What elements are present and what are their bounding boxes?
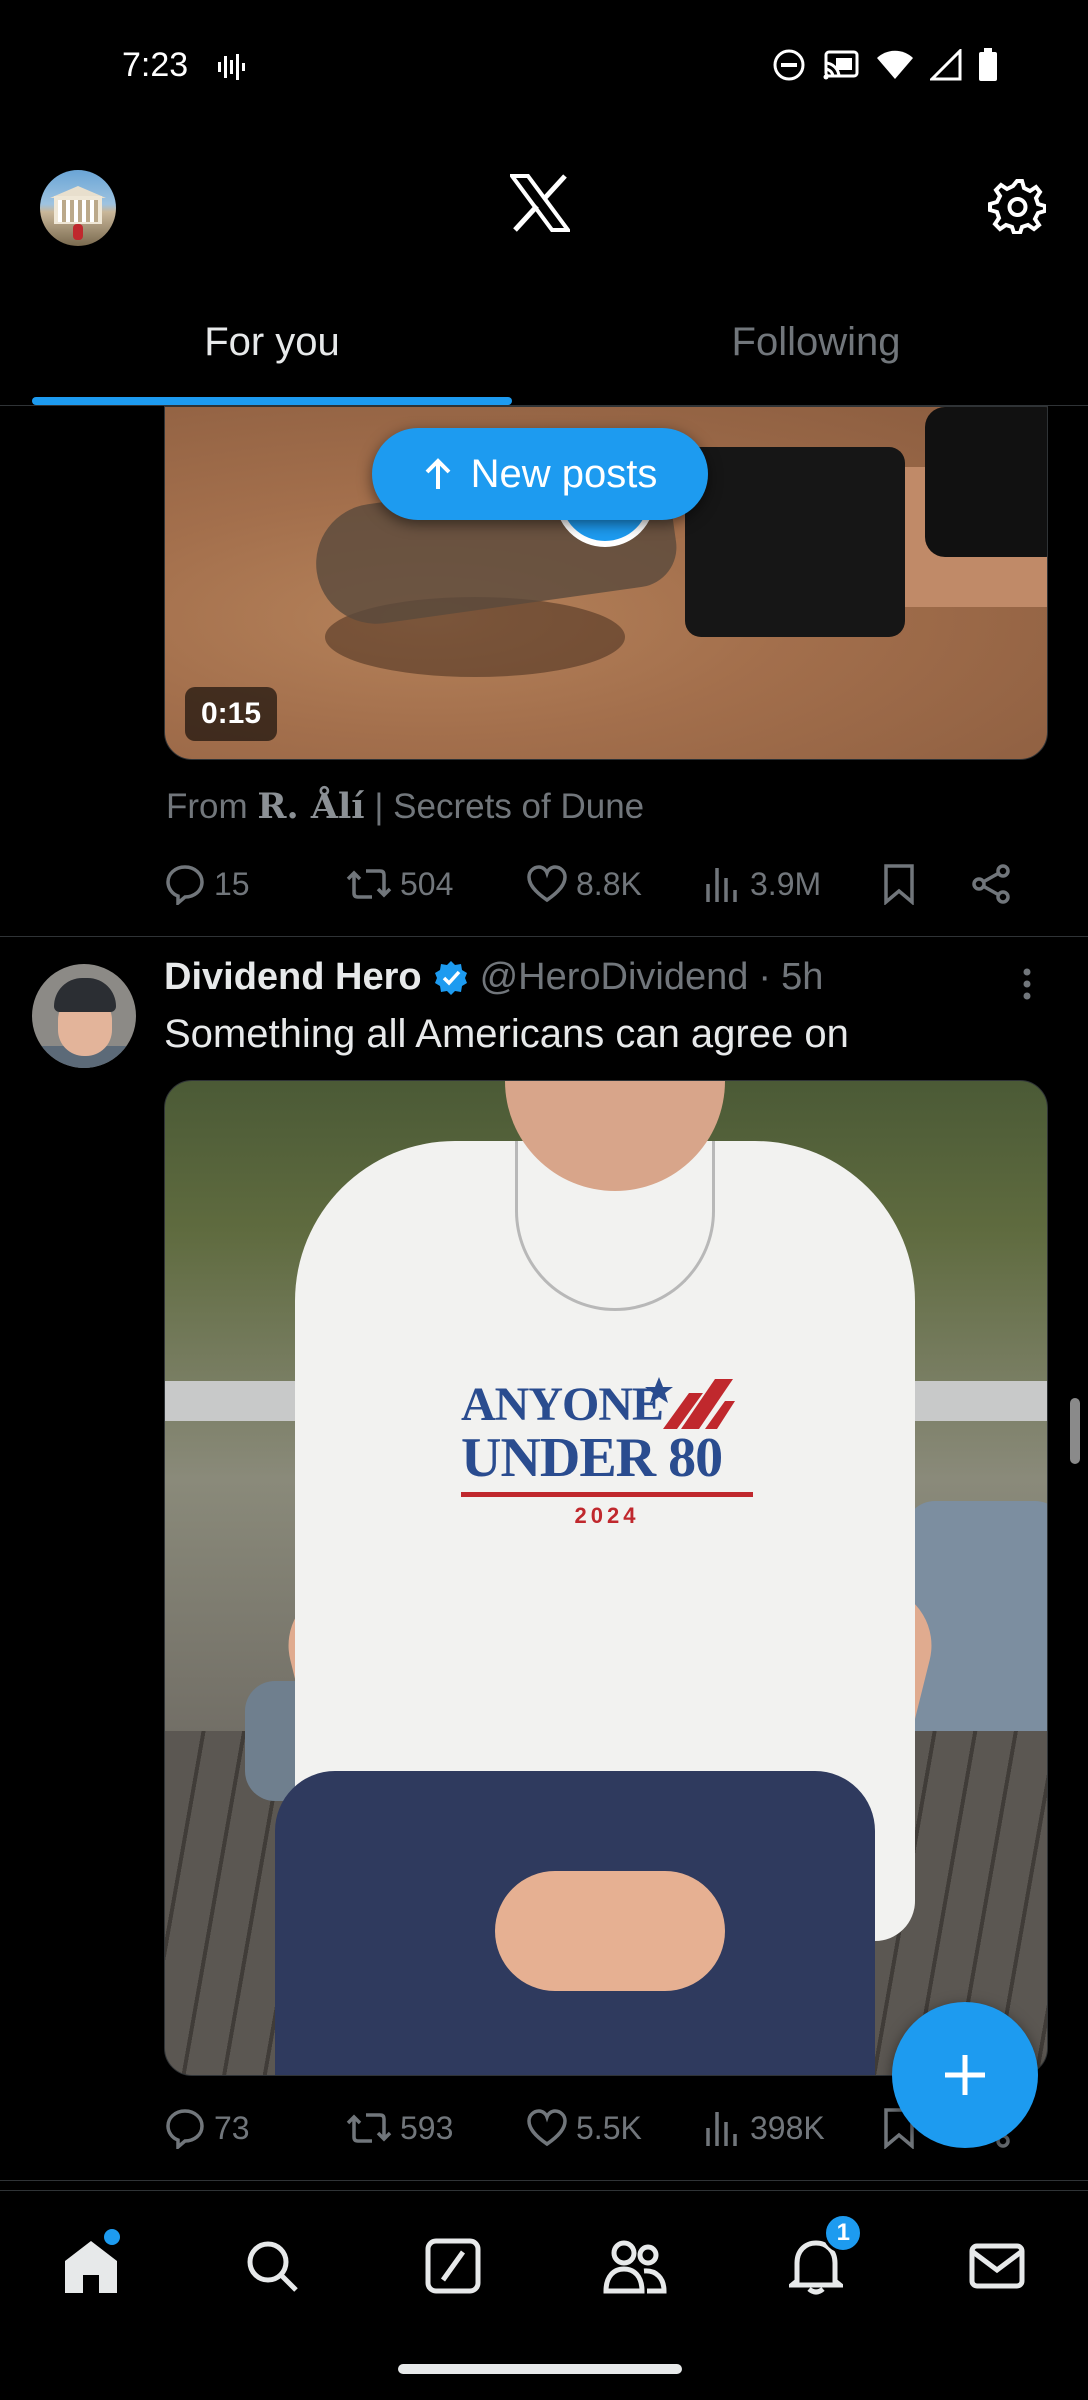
new-posts-label: New posts xyxy=(470,451,658,496)
status-bar: 7:23 xyxy=(0,0,1088,136)
source-name: R. Ålí xyxy=(257,786,365,827)
feed-tabs: For you Following xyxy=(0,290,1088,406)
repost-button[interactable]: 504 xyxy=(346,863,526,905)
view-count: 398K xyxy=(750,2109,825,2146)
plus-icon xyxy=(945,2055,985,2095)
post-divider xyxy=(0,936,1088,937)
cell-signal-icon xyxy=(930,49,962,81)
post-actions: 15 504 8.8K 3.9M xyxy=(164,854,1034,914)
reply-count: 73 xyxy=(214,2109,250,2146)
notifications-badge: 1 xyxy=(823,2213,864,2253)
share-button[interactable] xyxy=(970,863,1012,905)
x-logo-icon[interactable] xyxy=(510,174,570,232)
arrow-up-icon xyxy=(425,458,451,489)
flag-graphic-icon xyxy=(645,1377,735,1429)
search-icon xyxy=(247,2241,298,2292)
analytics-icon xyxy=(706,2112,737,2146)
from-prefix: From xyxy=(166,787,248,826)
communities-icon xyxy=(603,2240,667,2293)
analytics-icon xyxy=(706,868,737,902)
top-bar xyxy=(0,150,1088,260)
author-handle[interactable]: @HeroDividend xyxy=(480,956,749,999)
repost-icon xyxy=(346,869,392,899)
reply-button[interactable]: 73 xyxy=(164,2107,346,2149)
nav-grok[interactable] xyxy=(363,2191,544,2340)
wifi-icon xyxy=(877,50,913,79)
repost-icon xyxy=(346,2113,392,2143)
reply-icon xyxy=(166,2109,204,2149)
heart-icon xyxy=(527,2109,567,2147)
post-divider xyxy=(0,2180,1088,2181)
reply-icon xyxy=(166,865,204,905)
like-button[interactable]: 5.5K xyxy=(526,2108,704,2148)
shirt-text-line2: UNDER 80 xyxy=(461,1427,723,1489)
new-posts-button[interactable]: New posts xyxy=(372,428,708,520)
messages-icon xyxy=(969,2243,1025,2288)
author-name[interactable]: Dividend Hero xyxy=(164,956,422,999)
do-not-disturb-icon xyxy=(773,49,805,81)
nav-notifications[interactable]: 1 xyxy=(725,2191,906,2340)
nav-home[interactable] xyxy=(0,2191,181,2340)
reply-count: 15 xyxy=(214,865,250,902)
video-duration: 0:15 xyxy=(185,687,278,741)
gear-icon[interactable] xyxy=(988,176,1046,234)
repost-count: 504 xyxy=(400,865,454,902)
repost-count: 593 xyxy=(400,2109,454,2146)
source-show: | Secrets of Dune xyxy=(374,787,645,826)
bookmark-button[interactable] xyxy=(882,863,970,905)
like-count: 8.8K xyxy=(576,865,642,902)
tab-label: Following xyxy=(731,320,901,364)
reply-button[interactable]: 15 xyxy=(164,863,346,905)
author-avatar[interactable] xyxy=(32,964,136,1068)
home-unread-dot xyxy=(104,2229,120,2245)
compose-post-button[interactable] xyxy=(892,2002,1038,2148)
scrollbar-thumb[interactable] xyxy=(1070,1398,1080,1464)
tab-for-you[interactable]: For you xyxy=(0,290,544,405)
post-header: Dividend Hero @HeroDividend · 5h xyxy=(164,956,823,999)
battery-icon xyxy=(979,48,997,81)
shirt-year: 2024 xyxy=(574,1502,640,1528)
view-count: 3.9M xyxy=(750,865,822,902)
views-button[interactable]: 398K xyxy=(704,2108,882,2148)
shirt-print: ANYONE UNDER 80 2024 xyxy=(461,1377,761,1529)
nav-search[interactable] xyxy=(181,2191,362,2340)
video-source[interactable]: From R. Ålí | Secrets of Dune xyxy=(166,786,644,827)
audio-waveform-icon xyxy=(218,54,245,80)
heart-icon xyxy=(527,865,567,903)
more-options-icon[interactable] xyxy=(1016,966,1038,1006)
status-time: 7:23 xyxy=(122,46,189,84)
post-text: Something all Americans can agree on xyxy=(164,1012,849,1056)
nav-communities[interactable] xyxy=(544,2191,725,2340)
like-button[interactable]: 8.8K xyxy=(526,864,704,904)
home-icon xyxy=(64,2240,117,2293)
tab-following[interactable]: Following xyxy=(544,290,1088,405)
profile-avatar[interactable] xyxy=(40,170,116,246)
tab-label: For you xyxy=(204,320,340,364)
like-count: 5.5K xyxy=(576,2109,642,2146)
views-button[interactable]: 3.9M xyxy=(704,864,882,904)
share-icon xyxy=(972,864,1010,904)
nav-messages[interactable] xyxy=(907,2191,1088,2340)
post-time: 5h xyxy=(781,956,824,998)
repost-button[interactable]: 593 xyxy=(346,2107,526,2149)
bookmark-icon xyxy=(884,864,914,905)
cast-icon xyxy=(823,50,859,80)
active-tab-indicator xyxy=(32,397,512,405)
bottom-navigation: 1 xyxy=(0,2190,1088,2340)
meta-separator: · xyxy=(758,956,772,998)
verified-badge-icon xyxy=(434,960,467,995)
gesture-home-indicator[interactable] xyxy=(398,2364,682,2374)
grok-icon xyxy=(425,2238,481,2293)
post-image[interactable]: ANYONE UNDER 80 2024 xyxy=(164,1080,1048,2076)
